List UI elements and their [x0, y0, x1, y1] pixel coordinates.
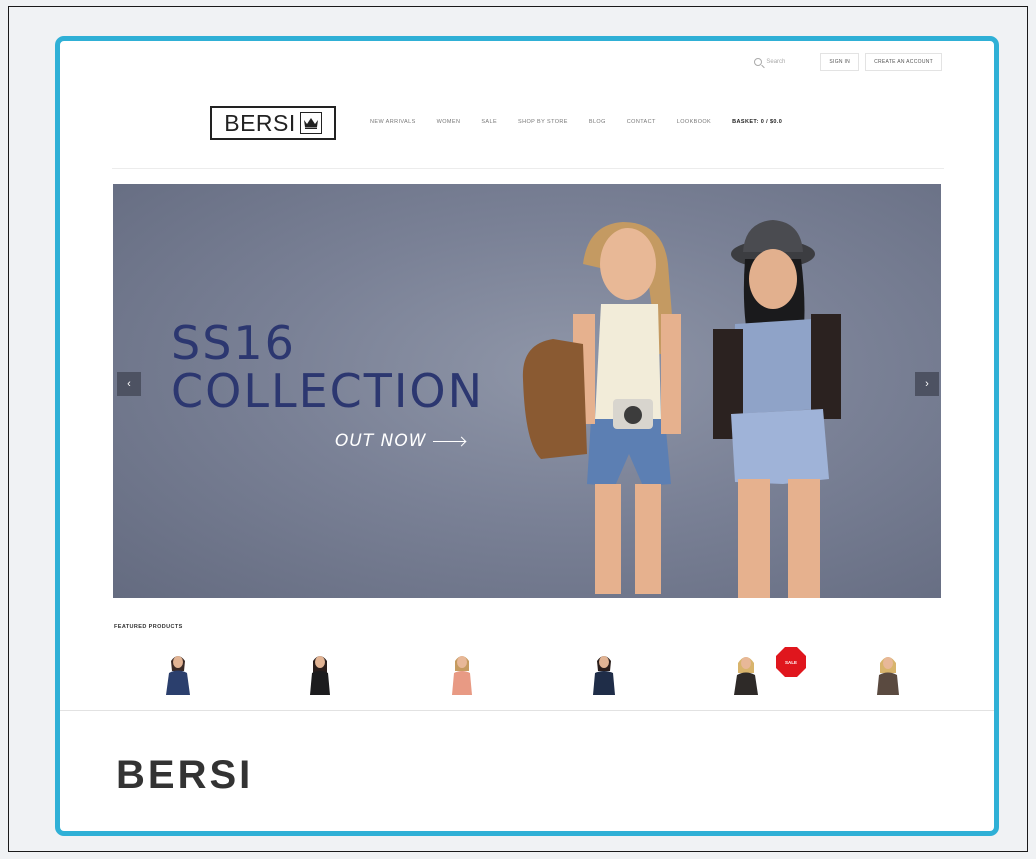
nav-item-women[interactable]: WOMEN [437, 119, 461, 125]
product-thumbnail[interactable] [300, 651, 340, 695]
basket-link[interactable]: BASKET: 0 / $0.0 [732, 119, 782, 125]
out-now-link[interactable]: OUT NOW [335, 431, 465, 451]
product-thumbnail[interactable] [442, 651, 482, 695]
main-navigation: NEW ARRIVALS WOMEN SALE SHOP BY STORE BL… [370, 119, 782, 125]
hero-models-image [522, 220, 841, 598]
product-thumbnail[interactable] [868, 651, 908, 695]
search-placeholder: Search [766, 59, 786, 65]
header-divider [112, 168, 944, 169]
section-divider [60, 710, 994, 711]
theme-preview-card[interactable]: Search SIGN IN CREATE AN ACCOUNT BERSI N… [55, 36, 999, 836]
search-input[interactable]: Search [746, 52, 814, 72]
featured-products-heading: FEATURED PRODUCTS [114, 624, 183, 630]
create-account-button[interactable]: CREATE AN ACCOUNT [865, 53, 942, 71]
crown-icon [299, 112, 322, 134]
slider-next-button[interactable]: › [915, 372, 939, 396]
product-thumbnail[interactable] [158, 651, 198, 695]
nav-item-new-arrivals[interactable]: NEW ARRIVALS [370, 119, 416, 125]
nav-item-shop-by-store[interactable]: SHOP BY STORE [518, 119, 568, 125]
top-utility-bar: Search SIGN IN CREATE AN ACCOUNT [746, 52, 942, 72]
nav-item-lookbook[interactable]: LOOKBOOK [677, 119, 711, 125]
nav-item-contact[interactable]: CONTACT [627, 119, 656, 125]
hero-slider[interactable]: SS16 COLLECTION OUT NOW ‹ › [113, 184, 941, 598]
hero-headline-line1: SS16 [171, 316, 296, 370]
hero-headline: SS16 COLLECTION [171, 319, 484, 415]
out-now-text: OUT NOW [335, 431, 427, 451]
arrow-right-icon [432, 440, 465, 442]
featured-products-row [140, 651, 940, 701]
sign-in-button[interactable]: SIGN IN [820, 53, 860, 71]
product-thumbnail[interactable] [726, 651, 766, 695]
hero-headline-line2: COLLECTION [171, 364, 485, 418]
bersi-logo[interactable]: BERSI [210, 106, 336, 140]
slider-prev-button[interactable]: ‹ [117, 372, 141, 396]
sale-badge: SALE [776, 647, 806, 677]
logo-text: BERSI [224, 109, 296, 136]
nav-item-sale[interactable]: SALE [481, 119, 497, 125]
nav-item-blog[interactable]: BLOG [589, 119, 606, 125]
brand-title: BERSI [116, 753, 254, 797]
search-icon [754, 58, 763, 66]
product-thumbnail[interactable] [584, 651, 624, 695]
